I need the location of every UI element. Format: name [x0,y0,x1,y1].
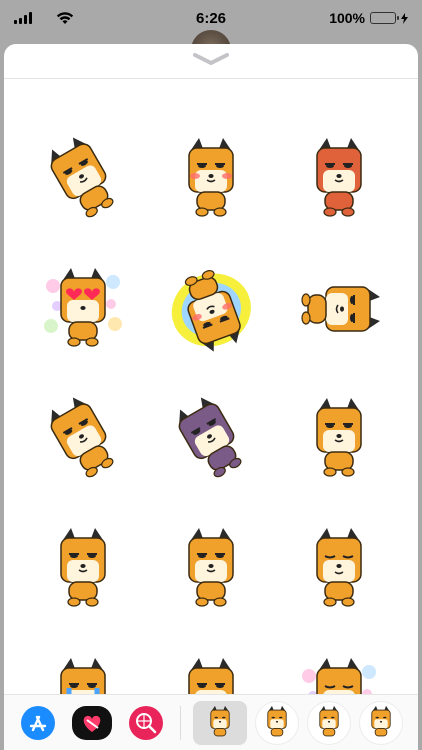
app-store-icon [21,705,55,740]
web-images-button[interactable] [124,705,168,740]
sticker-dog-gloomy-purple[interactable] [158,386,264,492]
sticker-dog-smile[interactable] [286,516,392,622]
sticker-drawer [4,44,418,750]
sticker-dog-thinking[interactable] [286,386,392,492]
dock-separator [180,705,181,740]
messages-sticker-screen: 6:26 100% [0,0,422,750]
sticker-pack-icon [371,705,391,736]
sticker-pack-strip [193,700,403,745]
sticker-dog-peek[interactable] [286,256,392,362]
sticker-dog-hearts[interactable] [30,256,136,362]
drawer-divider [4,78,418,79]
sticker-dog-blush[interactable] [158,126,264,232]
sticker-dog-standing[interactable] [158,516,264,622]
sticker-dog-ok-hand[interactable] [30,516,136,622]
sticker-dog-sweat-run[interactable] [30,386,136,492]
globe-search-icon [129,705,163,740]
sticker-pack-icon [267,705,287,736]
app-store-button[interactable] [16,705,60,740]
chevron-down-icon[interactable] [191,52,231,66]
heart-touch-icon [72,705,112,740]
sticker-pack-tsuntsun-selected[interactable] [193,700,247,745]
sticker-dog-dizzy-spiral[interactable] [158,256,264,362]
sticker-pack-icon [210,705,230,736]
battery-icon [370,12,399,24]
sticker-pack-icon [319,705,339,736]
sticker-pack-2[interactable] [255,700,299,745]
sticker-pack-4[interactable] [359,700,403,745]
sticker-dog-lying-lean[interactable] [30,126,136,232]
sticker-dog-angry-red[interactable] [286,126,392,232]
app-drawer-dock [4,694,418,750]
digital-touch-button[interactable] [70,705,114,740]
status-time: 6:26 [195,9,227,27]
sticker-pack-3[interactable] [307,700,351,745]
